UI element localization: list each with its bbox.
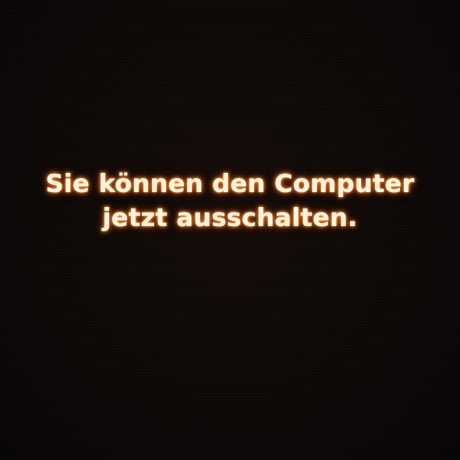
shutdown-message: Sie können den Computer jetzt ausschalte… [0, 165, 460, 233]
shutdown-message-line-2: jetzt ausschalten. [102, 203, 358, 232]
shutdown-screen: Sie können den Computer jetzt ausschalte… [0, 0, 460, 460]
shutdown-message-line-1: Sie können den Computer [45, 169, 415, 198]
